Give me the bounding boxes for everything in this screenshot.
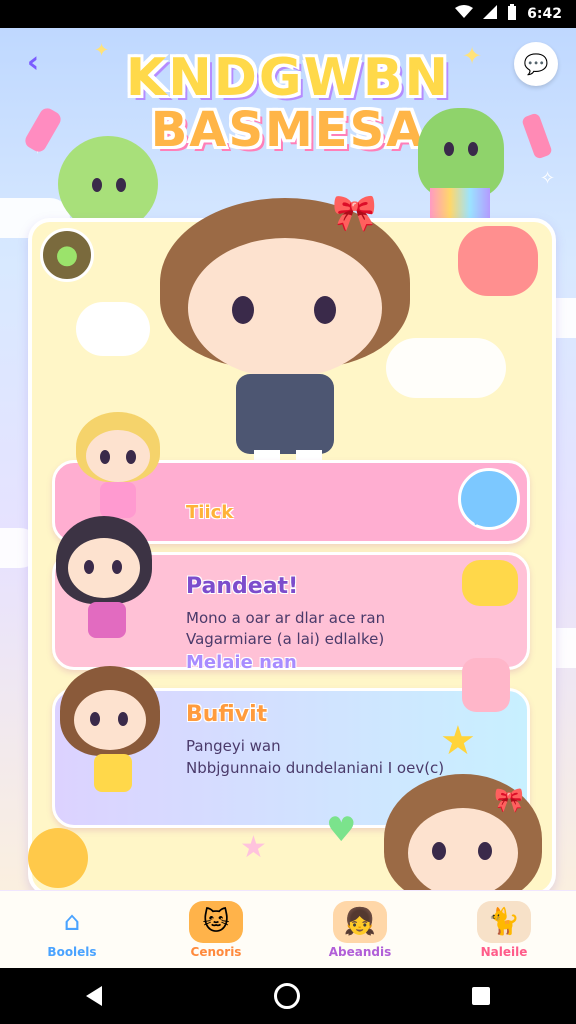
cat-face-icon: 🐈 — [477, 901, 531, 943]
girl-face-icon: 👧 — [333, 901, 387, 943]
star-icon: ★ — [240, 830, 267, 865]
nav-label: Cenoris — [190, 945, 242, 959]
nav-item-naleile[interactable]: 🐈 Naleile — [449, 901, 559, 959]
system-recents-button[interactable] — [472, 987, 490, 1005]
star-icon: ★ — [440, 718, 476, 764]
status-time: 6:42 — [527, 6, 562, 22]
heart-icon: ♥ — [326, 810, 357, 850]
nav-item-home[interactable]: ⌂ Boolels — [17, 901, 127, 959]
system-home-button[interactable] — [274, 983, 300, 1009]
bottom-nav: ⌂ Boolels 🐱 Cenoris 👧 Abeandis 🐈 Naleile — [0, 890, 576, 968]
card-bottom-line1: Pangeyi wan — [186, 737, 281, 755]
mini-character-brown-hair — [56, 662, 166, 802]
home-icon: ⌂ — [63, 907, 81, 937]
avatar-sticker: ● — [40, 228, 94, 282]
white-bunny-sticker — [76, 302, 150, 356]
card-middle-line2: Vagarmiare (a lai) edlalke) — [186, 630, 385, 648]
nav-label: Boolels — [47, 945, 97, 959]
nav-label: Abeandis — [328, 945, 392, 959]
green-dino-mascot — [418, 108, 504, 198]
system-nav-bar — [0, 968, 576, 1024]
sparkle-icon: ✧ — [540, 168, 556, 189]
bow-icon: 🎀 — [332, 193, 377, 234]
app-title-line1: KNDGWBN — [125, 48, 451, 108]
character-face — [188, 238, 382, 378]
pink-cat-sticker — [458, 226, 538, 296]
lemon-decoration — [28, 828, 88, 888]
app-screen: ✦ ✦ ✧ ✧ ‹ 💬 KNDGWBN BASMESA ● 🎀 — [0, 28, 576, 968]
card-middle-title: Pandeat! — [186, 574, 299, 599]
nav-label: Naleile — [480, 945, 528, 959]
nav-item-cenoris[interactable]: 🐱 Cenoris — [161, 901, 271, 959]
leaf-icon: ● — [55, 240, 79, 270]
card-bottom-title: Bufivit — [186, 702, 268, 727]
card-middle-tag: Tiick — [186, 502, 234, 523]
mini-character-dark-hair — [50, 510, 160, 650]
yellow-blob-sticker — [462, 560, 518, 606]
mini-character-blonde — [70, 406, 166, 526]
status-bar: 6:42 — [0, 0, 576, 28]
signal-icon — [483, 5, 498, 23]
ice-cream-sticker — [462, 658, 510, 712]
chat-action-button[interactable] — [458, 468, 520, 530]
bow-icon: 🎀 — [494, 786, 524, 814]
system-back-button[interactable] — [86, 986, 102, 1006]
wifi-icon — [455, 5, 474, 23]
cat-face-icon: 🐱 — [189, 901, 243, 943]
battery-icon — [507, 4, 517, 24]
character-outfit — [236, 374, 334, 454]
main-character: 🎀 — [150, 178, 420, 498]
card-bottom-tag: Melaie nan — [186, 652, 297, 673]
nav-item-abeandis[interactable]: 👧 Abeandis — [305, 901, 415, 959]
card-middle-line1: Mono a oar ar dlar ace ran — [186, 609, 386, 627]
